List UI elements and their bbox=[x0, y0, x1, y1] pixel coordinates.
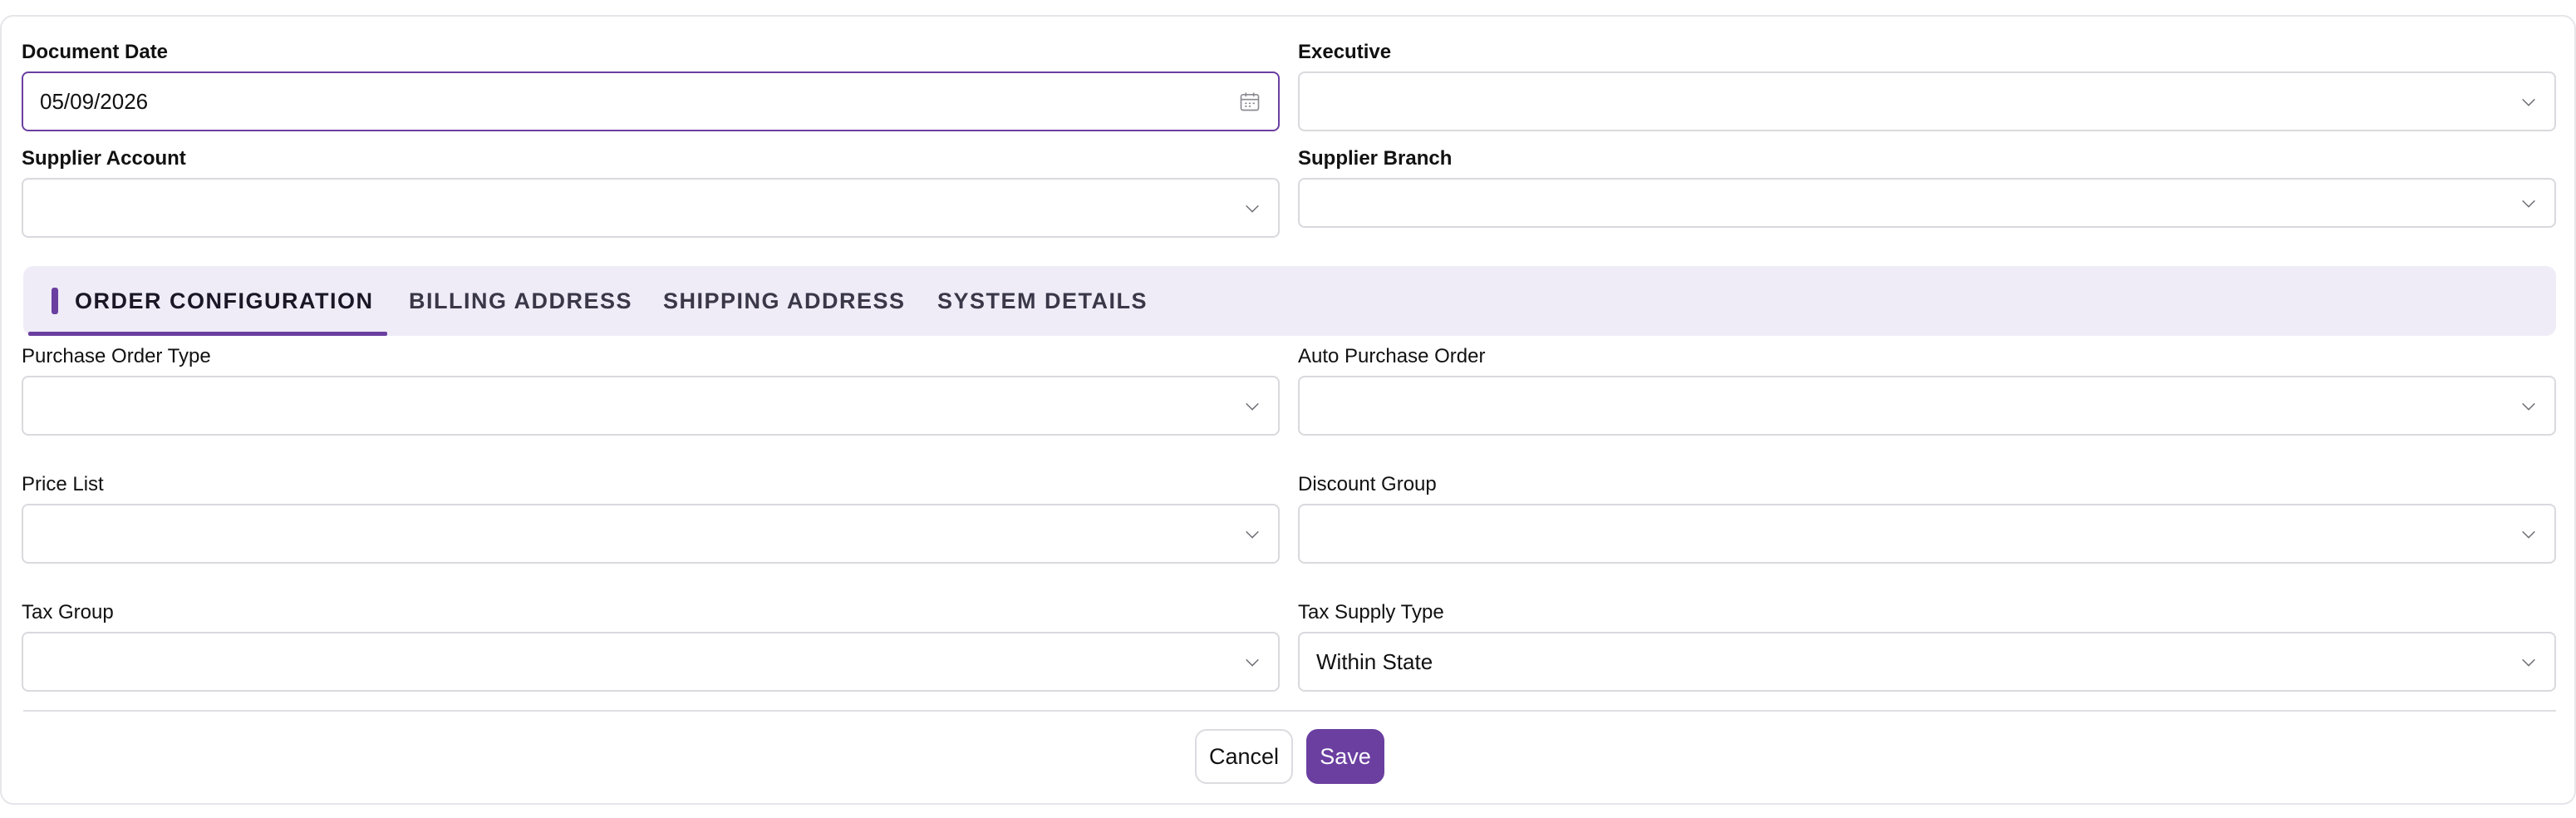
purchase-order-type-select[interactable] bbox=[22, 376, 1280, 436]
footer-divider bbox=[23, 710, 2556, 712]
tax-supply-type-value: Within State bbox=[1316, 649, 1433, 674]
chevron-down-icon bbox=[1246, 402, 1259, 411]
chevron-down-icon bbox=[2522, 658, 2535, 667]
supplier-branch-select[interactable] bbox=[1298, 178, 2556, 228]
chevron-down-icon bbox=[1246, 204, 1259, 213]
tax-supply-type-label: Tax Supply Type bbox=[1298, 601, 1444, 623]
chevron-down-icon bbox=[2522, 200, 2535, 208]
document-date-label: Document Date bbox=[22, 41, 169, 63]
section-tabs: ORDER CONFIGURATION BILLING ADDRESS SHIP… bbox=[23, 266, 2556, 336]
auto-purchase-order-select[interactable] bbox=[1298, 376, 2556, 436]
chevron-down-icon bbox=[2522, 530, 2535, 539]
chevron-down-icon bbox=[1246, 658, 1259, 667]
cancel-button[interactable]: Cancel bbox=[1195, 729, 1293, 784]
price-list-select[interactable] bbox=[22, 504, 1280, 564]
chevron-down-icon bbox=[1246, 530, 1259, 539]
tab-order-configuration[interactable]: ORDER CONFIGURATION bbox=[75, 266, 374, 336]
active-tab-underline bbox=[28, 332, 387, 336]
tax-supply-type-select[interactable]: Within State bbox=[1298, 632, 2556, 692]
tax-group-select[interactable] bbox=[22, 632, 1280, 692]
executive-select[interactable] bbox=[1298, 71, 2556, 131]
purchase-order-form: Document Date 05/09/2026 Executive Suppl… bbox=[0, 15, 2576, 805]
tab-system-details[interactable]: SYSTEM DETAILS bbox=[937, 266, 1148, 336]
supplier-account-label: Supplier Account bbox=[22, 147, 186, 170]
tab-shipping-address[interactable]: SHIPPING ADDRESS bbox=[663, 266, 906, 336]
price-list-label: Price List bbox=[22, 473, 104, 495]
discount-group-select[interactable] bbox=[1298, 504, 2556, 564]
purchase-order-type-label: Purchase Order Type bbox=[22, 345, 211, 367]
active-tab-marker bbox=[52, 288, 58, 314]
document-date-value: 05/09/2026 bbox=[40, 89, 149, 114]
supplier-account-select[interactable] bbox=[22, 178, 1280, 238]
tax-group-label: Tax Group bbox=[22, 601, 114, 623]
executive-label: Executive bbox=[1298, 41, 1392, 63]
tab-billing-address[interactable]: BILLING ADDRESS bbox=[409, 266, 632, 336]
document-date-input[interactable]: 05/09/2026 bbox=[22, 71, 1280, 131]
chevron-down-icon bbox=[2522, 402, 2535, 411]
supplier-branch-label: Supplier Branch bbox=[1298, 147, 1453, 170]
discount-group-label: Discount Group bbox=[1298, 473, 1437, 495]
auto-purchase-order-label: Auto Purchase Order bbox=[1298, 345, 1486, 367]
save-button[interactable]: Save bbox=[1306, 729, 1384, 784]
chevron-down-icon bbox=[2522, 98, 2535, 106]
calendar-icon[interactable] bbox=[1238, 90, 1261, 113]
